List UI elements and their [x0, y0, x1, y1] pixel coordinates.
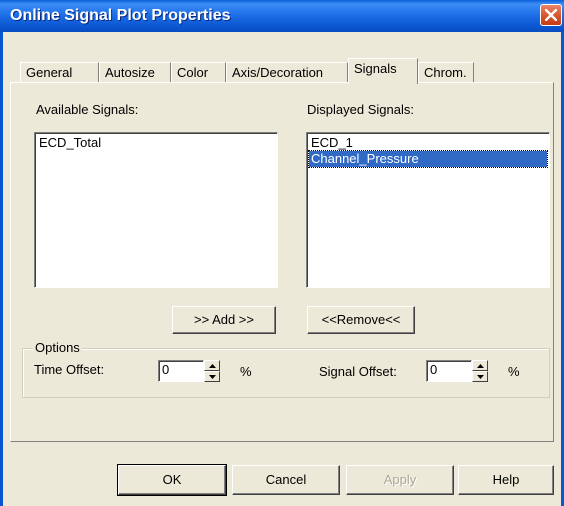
- displayed-signals-list[interactable]: ECD_1 Channel_Pressure: [306, 132, 550, 288]
- spin-up-button[interactable]: [204, 360, 220, 371]
- tab-label: Signals: [354, 61, 397, 76]
- tab-label: Autosize: [105, 65, 155, 80]
- tab-chrom[interactable]: Chrom.: [418, 62, 474, 82]
- remove-button[interactable]: <<Remove<<: [307, 306, 415, 334]
- signal-offset-label: Signal Offset:: [319, 364, 397, 379]
- apply-button[interactable]: Apply: [346, 465, 454, 495]
- tab-autosize[interactable]: Autosize: [99, 62, 171, 82]
- window-border-left: [0, 32, 3, 506]
- list-item[interactable]: ECD_Total: [37, 135, 103, 151]
- close-button[interactable]: [540, 4, 562, 26]
- spin-down-icon: [209, 375, 216, 379]
- tab-label: Axis/Decoration: [232, 65, 324, 80]
- tab-label: Color: [177, 65, 209, 80]
- tab-color[interactable]: Color: [171, 62, 226, 82]
- available-signals-label: Available Signals:: [36, 102, 139, 117]
- close-icon: [545, 9, 557, 21]
- time-offset-stepper[interactable]: [204, 360, 220, 382]
- remove-button-label: <<Remove<<: [321, 312, 401, 327]
- time-offset-label: Time Offset:: [34, 362, 105, 377]
- signal-offset-unit: %: [508, 364, 520, 379]
- list-item-selected[interactable]: Channel_Pressure: [308, 150, 548, 168]
- cancel-button-label: Cancel: [265, 472, 307, 487]
- available-signals-list[interactable]: ECD_Total: [34, 132, 278, 288]
- spin-down-icon: [477, 375, 484, 379]
- help-button-label: Help: [492, 472, 520, 487]
- cancel-button[interactable]: Cancel: [232, 465, 340, 495]
- add-button[interactable]: >> Add >>: [172, 306, 276, 334]
- spin-up-button[interactable]: [472, 360, 488, 371]
- help-button[interactable]: Help: [458, 465, 554, 495]
- add-button-label: >> Add >>: [193, 312, 254, 327]
- title-bar[interactable]: Online Signal Plot Properties: [0, 0, 564, 32]
- list-item[interactable]: ECD_1: [309, 135, 355, 151]
- window-title: Online Signal Plot Properties: [10, 7, 231, 24]
- apply-button-label: Apply: [383, 472, 417, 487]
- signal-offset-input[interactable]: 0: [426, 360, 472, 382]
- tab-general[interactable]: General: [20, 62, 99, 82]
- spin-up-icon: [209, 364, 216, 368]
- tab-label: Chrom.: [424, 65, 467, 80]
- time-offset-input[interactable]: 0: [158, 360, 204, 382]
- spin-down-button[interactable]: [472, 371, 488, 382]
- signal-offset-stepper[interactable]: [472, 360, 488, 382]
- tab-signals[interactable]: Signals: [348, 58, 418, 84]
- time-offset-unit: %: [240, 364, 252, 379]
- options-group-label: Options: [33, 340, 82, 355]
- displayed-signals-label: Displayed Signals:: [307, 102, 414, 117]
- spin-down-button[interactable]: [204, 371, 220, 382]
- dialog-window: Online Signal Plot Properties General Au…: [0, 0, 564, 506]
- spin-up-icon: [477, 364, 484, 368]
- ok-button[interactable]: OK: [117, 464, 227, 496]
- ok-button-label: OK: [162, 472, 182, 487]
- tab-label: General: [26, 65, 73, 80]
- tab-axis-decoration[interactable]: Axis/Decoration: [226, 62, 348, 82]
